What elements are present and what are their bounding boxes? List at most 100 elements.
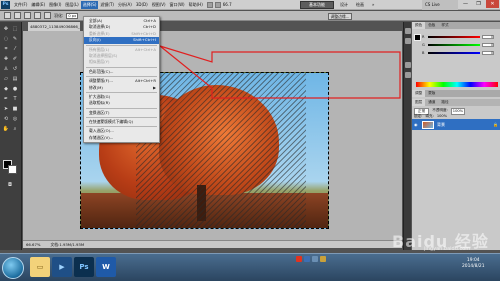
select-menu-item[interactable]: 色彩范围(C)...	[84, 69, 159, 75]
new-selection-icon[interactable]	[14, 12, 21, 19]
menu-item[interactable]: 编辑(E)	[29, 1, 47, 9]
workspace-design[interactable]: 设计	[340, 1, 348, 9]
menu-item[interactable]: 视图(V)	[150, 1, 168, 9]
media-taskbar-icon[interactable]: ▶	[52, 257, 72, 277]
zoom-level[interactable]: 66.7	[221, 1, 234, 9]
document-tab[interactable]: 4880372_113849036866_2...	[28, 22, 80, 31]
intersect-selection-icon[interactable]	[44, 12, 51, 19]
select-menu-item[interactable]: 存储选区(V)...	[84, 135, 159, 141]
watermark-url: jingyan.baidu.com	[424, 246, 471, 252]
quick-mask-icon[interactable]: ◘	[6, 182, 14, 189]
shape-tool-icon[interactable]: ■	[11, 106, 19, 113]
feather-input[interactable]: 0 px	[66, 12, 79, 19]
dodge-tool-icon[interactable]: ●	[11, 86, 19, 93]
menu-item[interactable]: 窗口(W)	[168, 1, 187, 9]
sogou-icon[interactable]	[296, 256, 302, 262]
healing-brush-tool-icon[interactable]: ✚	[2, 56, 10, 63]
select-menu-item-label: 反向(I)	[89, 37, 101, 43]
select-menu-item-label: 在快速蒙版模式下编辑(Q)	[89, 119, 133, 125]
network-icon[interactable]	[312, 256, 318, 262]
layer-row[interactable]: ◉ 背景 🔒	[412, 119, 500, 130]
tab-color[interactable]: 颜色	[412, 22, 426, 29]
crop-tool-icon[interactable]: ⌗	[2, 46, 10, 53]
blur-tool-icon[interactable]: ◆	[2, 86, 10, 93]
eye-icon[interactable]: ◉	[414, 122, 419, 127]
select-menu-item[interactable]: 反向(I) Shift+Ctrl+I	[84, 37, 159, 44]
cs-live-button[interactable]: CS Live	[422, 0, 458, 10]
tab-swatches[interactable]: 色板	[425, 22, 438, 29]
marquee-tool-icon[interactable]: ⬚	[11, 26, 19, 33]
background-color-swatch[interactable]	[8, 165, 17, 174]
color-panel-fg-swatch[interactable]	[414, 34, 421, 41]
marquee-tool-preset-icon[interactable]	[4, 12, 11, 19]
tab-channels[interactable]: 通道	[425, 99, 438, 106]
menu-item[interactable]: 选择(S)	[80, 0, 99, 9]
start-button[interactable]	[2, 257, 24, 279]
green-slider[interactable]: G 0	[422, 42, 497, 47]
menu-item[interactable]: 帮助(H)	[187, 1, 205, 9]
eyedropper-tool-icon[interactable]: ⁄	[11, 46, 19, 53]
blue-slider[interactable]: B 0	[422, 50, 497, 55]
tab-masks[interactable]: 蒙版	[425, 90, 438, 97]
input-method-icon[interactable]	[304, 256, 310, 262]
workspace-essentials-button[interactable]: 基本功能	[300, 1, 334, 9]
bridge-icon[interactable]	[206, 1, 213, 8]
minimize-icon[interactable]: —	[459, 0, 472, 8]
tab-layers[interactable]: 图层	[412, 99, 426, 106]
red-slider[interactable]: R 0	[422, 34, 497, 39]
clone-stamp-tool-icon[interactable]: ♙	[2, 66, 10, 73]
lasso-tool-icon[interactable]: ◌	[2, 36, 10, 43]
select-menu-item[interactable]: 修改(M) ▶	[84, 85, 159, 91]
zoom-tool-icon[interactable]: ⌕	[11, 126, 19, 133]
layers-panel-tabs: 图层 通道 路径	[412, 99, 500, 106]
history-brush-tool-icon[interactable]: ↺	[11, 66, 19, 73]
menu-separator	[86, 44, 157, 46]
select-menu-item[interactable]: 在快速蒙版模式下编辑(Q)	[84, 119, 159, 125]
explorer-taskbar-icon[interactable]: ▭	[30, 257, 50, 277]
color-spectrum-ramp[interactable]	[416, 82, 498, 87]
menu-bar: Ps 文件(F) 编辑(E) 图像(I) 图层(L) 选择(S) 滤镜(T) 分析(A) 3D…	[0, 0, 500, 10]
tools-panel: ✥ ⬚ ◌ ✎ ⌗ ⁄ ✚ ✐ ♙ ↺ ▱ ▤ ◆ ● ✒ T ➤ ■ ⟲ ◎ …	[0, 22, 22, 250]
hand-tool-icon[interactable]: ✋	[2, 126, 10, 133]
volume-icon[interactable]	[320, 256, 326, 262]
3d-orbit-tool-icon[interactable]: ◎	[11, 116, 19, 123]
workspace-more[interactable]: »	[372, 1, 374, 9]
word-taskbar-icon[interactable]: W	[96, 257, 116, 277]
select-menu-item-shortcut: Alt+Ctrl+A	[135, 46, 156, 52]
type-tool-icon[interactable]: T	[11, 96, 19, 103]
subtract-selection-icon[interactable]	[34, 12, 41, 19]
refine-edge-button[interactable]: 调整边缘...	[328, 13, 352, 20]
tab-adjustments[interactable]: 调整	[412, 90, 426, 97]
move-tool-icon[interactable]: ✥	[2, 26, 10, 33]
photoshop-taskbar-icon[interactable]: Ps	[74, 257, 94, 277]
status-zoom[interactable]: 66.67%	[26, 242, 40, 247]
menu-item[interactable]: 文件(F)	[12, 1, 29, 9]
status-bar: 66.67% 文档:1.93M/1.93M	[23, 240, 402, 248]
menu-item[interactable]: 滤镜(T)	[98, 1, 116, 9]
tab-paths[interactable]: 路径	[438, 99, 451, 106]
clock[interactable]: 19:04 2014/8/21	[462, 258, 485, 270]
selection-hatch-overlay	[136, 73, 306, 228]
restore-icon[interactable]: ❐	[472, 0, 485, 8]
lock-icon: 🔒	[493, 122, 498, 127]
menu-item[interactable]: 图层(L)	[63, 1, 80, 9]
select-menu-item[interactable]: 变换选区(T)	[84, 110, 159, 116]
brush-tool-icon[interactable]: ✐	[11, 56, 19, 63]
opacity-input[interactable]: 100%	[450, 108, 466, 115]
select-menu-item[interactable]: 选取相似(R)	[84, 100, 159, 106]
quick-select-tool-icon[interactable]: ✎	[11, 36, 19, 43]
pen-tool-icon[interactable]: ✒	[2, 96, 10, 103]
menu-item[interactable]: 图像(I)	[47, 1, 63, 9]
menu-item[interactable]: 分析(A)	[116, 1, 134, 9]
eraser-tool-icon[interactable]: ▱	[2, 76, 10, 83]
system-tray	[296, 256, 326, 262]
close-icon[interactable]: ✕	[486, 0, 499, 8]
add-selection-icon[interactable]	[24, 12, 31, 19]
tab-styles[interactable]: 样式	[438, 22, 451, 29]
workspace-painting[interactable]: 绘画	[356, 1, 364, 9]
layer-name[interactable]: 背景	[437, 122, 445, 128]
3d-rotate-tool-icon[interactable]: ⟲	[2, 116, 10, 123]
menu-item[interactable]: 3D(D)	[134, 1, 150, 9]
path-select-tool-icon[interactable]: ➤	[2, 106, 10, 113]
gradient-tool-icon[interactable]: ▤	[11, 76, 19, 83]
